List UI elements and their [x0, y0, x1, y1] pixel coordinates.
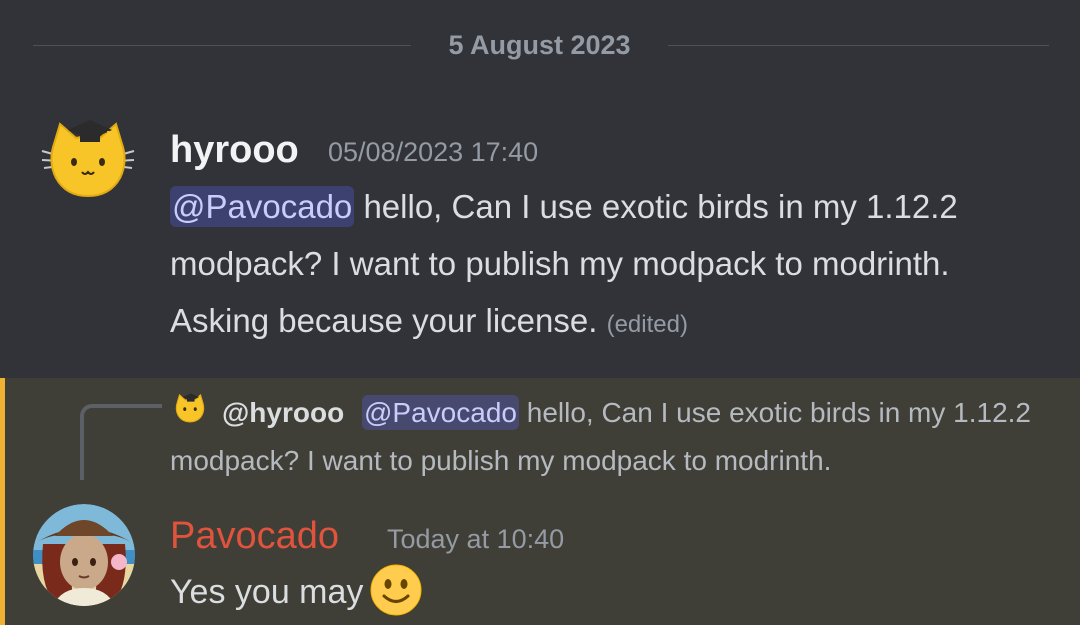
- message-pavocado[interactable]: @hyrooo @Pavocado hello, Can I use exotic…: [0, 378, 1080, 625]
- reply-preview[interactable]: @hyrooo @Pavocado hello, Can I use exotic…: [170, 389, 1050, 485]
- date-divider: 5 August 2023: [0, 0, 1080, 90]
- message-content: Yes you may: [170, 564, 423, 617]
- divider-line-left: [33, 45, 411, 46]
- reply-author[interactable]: @hyrooo: [222, 389, 344, 437]
- edited-label: (edited): [606, 311, 688, 338]
- cat-graduation-cap-icon[interactable]: [40, 118, 136, 200]
- message-hyrooo[interactable]: hyrooo 05/08/2023 17:40 @Pavocado hello,…: [0, 90, 1080, 378]
- mention-highlight-bar: [0, 378, 5, 625]
- chat-view: 5 August 2023 hyrooo 05/08/2023 17:40 @P…: [0, 0, 1080, 625]
- divider-date: 5 August 2023: [448, 30, 631, 60]
- slightly-smiling-face-icon: [370, 564, 422, 616]
- reply-connector: [80, 404, 162, 480]
- message-timestamp: Today at 10:40: [387, 524, 565, 554]
- reply-mention[interactable]: @Pavocado: [362, 395, 519, 430]
- pavocado-avatar[interactable]: [33, 504, 135, 606]
- message-content: @Pavocado hello, Can I use exotic birds …: [170, 178, 1050, 353]
- message-timestamp: 05/08/2023 17:40: [328, 137, 539, 167]
- message-author[interactable]: hyrooo: [170, 128, 299, 172]
- divider-line-right: [668, 45, 1049, 46]
- user-mention[interactable]: @Pavocado: [170, 186, 355, 227]
- message-text: Yes you may: [170, 573, 364, 611]
- message-author[interactable]: Pavocado: [170, 514, 339, 558]
